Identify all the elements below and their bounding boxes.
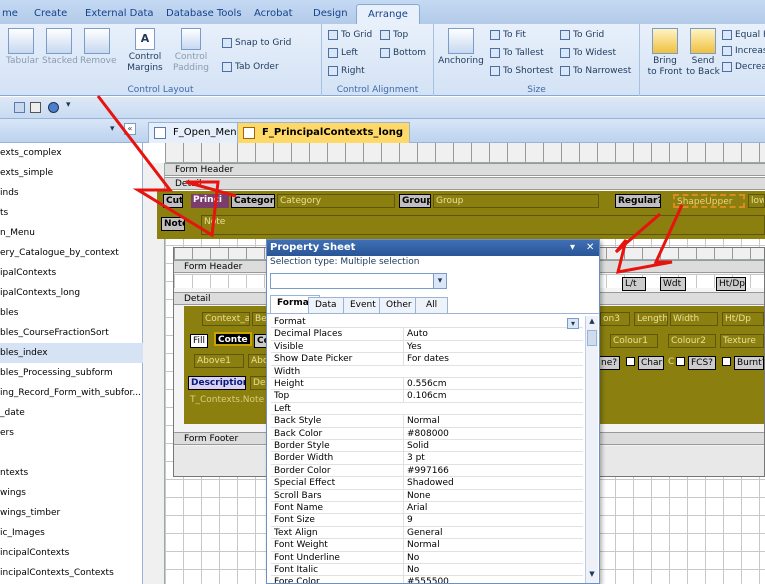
annotation-arrow-right bbox=[614, 204, 684, 274]
annotation-arrows bbox=[96, 95, 684, 274]
annotation-arrow-left bbox=[96, 95, 237, 238]
